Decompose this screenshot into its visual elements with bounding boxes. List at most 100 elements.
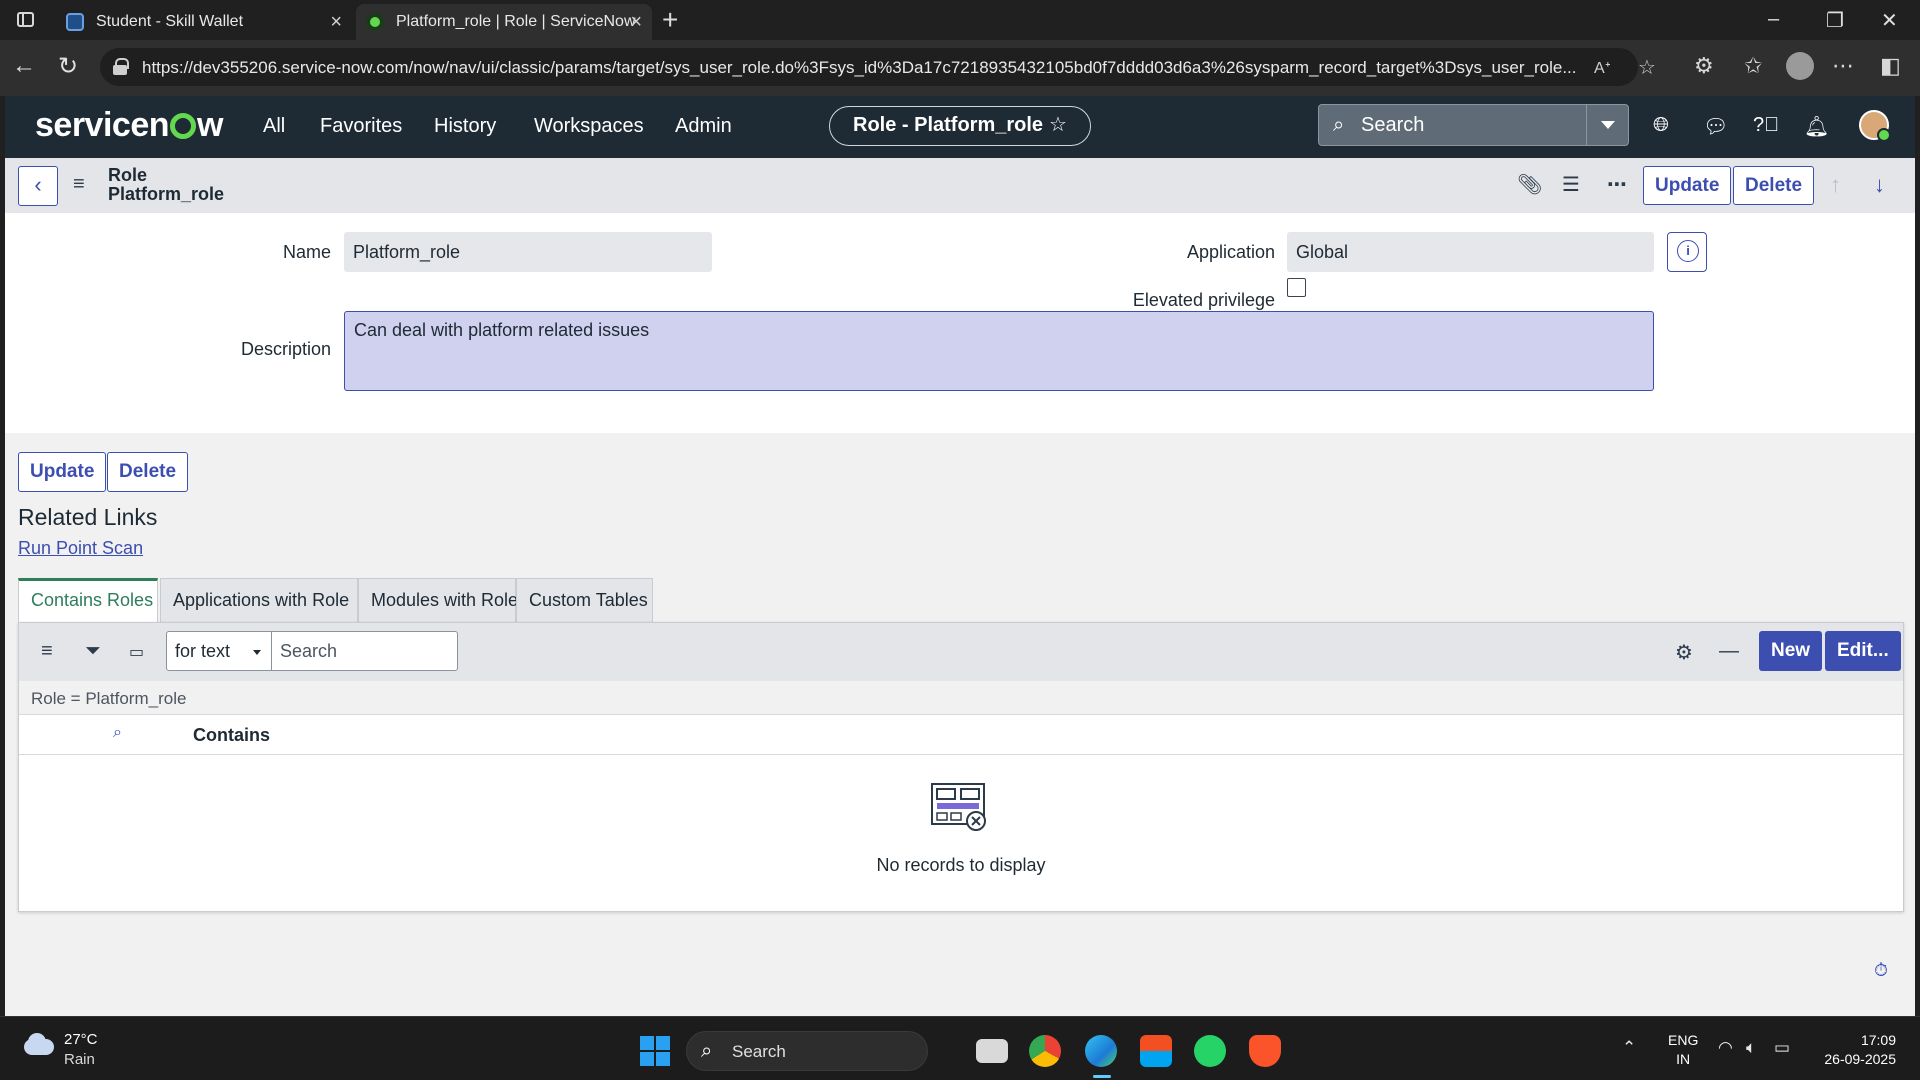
globe-icon[interactable]: 🌐︎: [1653, 114, 1669, 137]
name-field[interactable]: Platform_role: [344, 232, 712, 272]
system-clock[interactable]: 17:09 26-09-2025: [1810, 1031, 1896, 1069]
nav-workspaces[interactable]: Workspaces: [534, 115, 644, 138]
browser-tab-skill-wallet[interactable]: Student - Skill Wallet ×: [56, 4, 352, 40]
application-field[interactable]: Global: [1287, 232, 1654, 272]
show-sidebar-icon[interactable]: ▭: [129, 642, 144, 662]
bottom-delete-button[interactable]: Delete: [107, 452, 189, 492]
more-options-icon[interactable]: ⋯: [1832, 53, 1854, 79]
notifications-bell-icon[interactable]: 🔔︎: [1804, 114, 1829, 139]
update-button[interactable]: Update: [1643, 166, 1732, 205]
new-button[interactable]: New: [1759, 631, 1823, 671]
bottom-update-button[interactable]: Update: [18, 452, 107, 492]
back-button[interactable]: ‹: [18, 166, 58, 206]
previous-record-arrow-icon[interactable]: ↑: [1830, 172, 1841, 198]
nav-admin[interactable]: Admin: [675, 115, 732, 138]
extensions-icon[interactable]: ⚙: [1694, 53, 1714, 79]
servicenow-logo[interactable]: servicen w: [35, 106, 223, 145]
lock-icon[interactable]: [113, 58, 129, 75]
contains-column-header[interactable]: Contains: [193, 725, 270, 746]
filter-funnel-icon[interactable]: ⏷: [85, 640, 101, 663]
chat-icon[interactable]: 💬︎: [1703, 114, 1728, 139]
favorites-icon[interactable]: ✩: [1744, 53, 1762, 79]
task-view-icon[interactable]: [976, 1039, 1008, 1063]
new-tab-plus-icon[interactable]: +: [662, 4, 678, 36]
attachment-paperclip-icon[interactable]: 📎︎: [1517, 172, 1542, 197]
help-icon[interactable]: ?⃝: [1753, 114, 1779, 137]
favorite-star-icon[interactable]: ☆: [1049, 114, 1067, 136]
browser-tab-servicenow[interactable]: Platform_role | Role | ServiceNow ×: [356, 4, 652, 40]
edit-button[interactable]: Edit...: [1825, 631, 1901, 671]
tab-custom-tables[interactable]: Custom Tables: [516, 578, 653, 622]
more-actions-icon[interactable]: ⋯: [1607, 172, 1627, 197]
input-language[interactable]: ENG IN: [1668, 1031, 1698, 1069]
address-bar-row: ← ↻ https://dev355206.service-now.com/no…: [0, 40, 1920, 96]
address-bar[interactable]: https://dev355206.service-now.com/now/na…: [100, 48, 1656, 86]
description-label: Description: [240, 339, 331, 359]
browser-profile-avatar[interactable]: [1786, 52, 1814, 80]
nav-favorites[interactable]: Favorites: [320, 115, 402, 138]
list-filter-breadcrumb[interactable]: Role = Platform_role: [19, 681, 1903, 715]
read-aloud-icon[interactable]: Aᐩ: [1594, 58, 1611, 78]
wifi-icon[interactable]: ◠: [1718, 1038, 1733, 1058]
favorite-star-icon[interactable]: ☆: [1638, 55, 1656, 80]
response-time-icon[interactable]: ⏱︎: [1874, 960, 1888, 981]
form-title: Role Platform_role: [108, 166, 224, 204]
close-tab-icon[interactable]: ×: [630, 11, 642, 34]
windows-start-icon[interactable]: [640, 1036, 670, 1066]
volume-icon[interactable]: 🔈︎: [1746, 1038, 1756, 1058]
empty-list-message: No records to display: [876, 855, 1046, 875]
show-hidden-icons-chevron-icon[interactable]: ⌃: [1622, 1038, 1636, 1058]
refresh-icon[interactable]: ↻: [58, 52, 78, 81]
tab-applications-with-role[interactable]: Applications with Role: [160, 578, 358, 622]
close-window-icon[interactable]: ✕: [1881, 8, 1898, 33]
brave-app-icon[interactable]: [1249, 1035, 1281, 1067]
name-label: Name: [282, 242, 331, 262]
form-header-bar: ‹ ≡ Role Platform_role 📎︎ ☰ ⋯ Update Del…: [5, 158, 1915, 213]
list-search-input[interactable]: [271, 631, 458, 671]
region-code: IN: [1676, 1051, 1691, 1067]
restore-icon[interactable]: ❐: [1826, 8, 1844, 33]
search-field-select[interactable]: for text: [166, 631, 272, 671]
whatsapp-app-icon[interactable]: [1194, 1035, 1226, 1067]
taskbar-search[interactable]: ⌕ Search: [686, 1031, 928, 1071]
list-column-header: ⌕ Contains: [19, 715, 1903, 755]
tab-contains-roles[interactable]: Contains Roles: [18, 578, 158, 622]
column-search-icon[interactable]: ⌕: [113, 724, 122, 742]
list-settings-gear-icon[interactable]: ⚙: [1675, 640, 1693, 665]
application-label: Application: [1186, 242, 1275, 262]
elevated-privilege-checkbox[interactable]: [1287, 278, 1306, 297]
search-scope-dropdown[interactable]: [1586, 105, 1628, 145]
global-search-input[interactable]: [1361, 114, 1561, 137]
nav-history[interactable]: History: [434, 115, 496, 138]
personalize-form-icon[interactable]: ☰: [1562, 172, 1580, 197]
elevated-privilege-label: Elevated privilege: [1132, 290, 1275, 310]
edge-app-icon[interactable]: [1085, 1035, 1117, 1067]
chrome-app-icon[interactable]: [1029, 1035, 1061, 1067]
store-app-icon[interactable]: [1140, 1035, 1172, 1067]
tab-actions-icon[interactable]: [17, 12, 34, 27]
minimize-icon[interactable]: –: [1768, 8, 1779, 31]
close-tab-icon[interactable]: ×: [330, 11, 342, 34]
application-info-button[interactable]: [1667, 232, 1707, 272]
weather-temperature[interactable]: 27°C: [64, 1031, 98, 1048]
weather-rain-icon[interactable]: [22, 1033, 56, 1059]
context-menu-icon[interactable]: ≡: [73, 173, 85, 196]
clock-date: 26-09-2025: [1824, 1051, 1896, 1067]
list-menu-icon[interactable]: ≡: [41, 640, 53, 663]
next-record-arrow-icon[interactable]: ↓: [1874, 172, 1885, 198]
user-avatar[interactable]: [1859, 110, 1891, 142]
nav-all[interactable]: All: [263, 115, 285, 138]
collapse-list-icon[interactable]: —: [1719, 640, 1739, 663]
run-point-scan-link[interactable]: Run Point Scan: [18, 538, 143, 559]
servicenow-favicon-icon: [366, 13, 384, 31]
battery-icon[interactable]: ▭: [1774, 1038, 1790, 1058]
delete-button[interactable]: Delete: [1733, 166, 1815, 205]
tab-modules-with-role[interactable]: Modules with Role: [358, 578, 518, 622]
weather-condition[interactable]: Rain: [64, 1051, 95, 1068]
record-context-pill[interactable]: Role - Platform_role ☆: [829, 106, 1091, 146]
sidebar-toggle-icon[interactable]: ◧: [1880, 53, 1901, 79]
back-arrow-icon[interactable]: ←: [12, 52, 36, 80]
description-textarea[interactable]: Can deal with platform related issues: [344, 311, 1654, 391]
url-text[interactable]: https://dev355206.service-now.com/now/na…: [142, 58, 1582, 78]
tab-title: Student - Skill Wallet: [96, 13, 244, 30]
